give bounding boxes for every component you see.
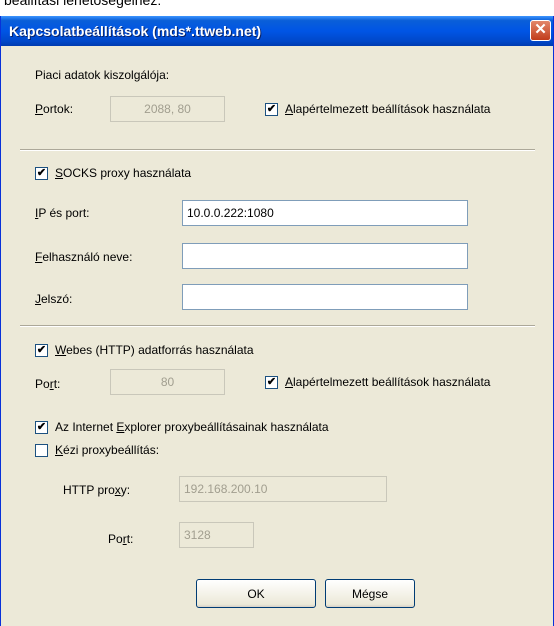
manual-port-label-post: t:	[126, 532, 134, 546]
http-label-mnemonic: W	[55, 343, 67, 357]
http-port-label: Port:	[35, 377, 60, 391]
ports-label-mnemonic: P	[35, 102, 44, 116]
socks-proxy-label[interactable]: SOCKS proxy használata	[55, 166, 191, 180]
http-proxy-label-pre: HTTP pro	[63, 483, 115, 497]
ip-label-rest: P és port:	[38, 206, 90, 220]
ports-label-rest: ortok:	[43, 102, 74, 116]
manual-proxy-label-rest: ézi proxybeállítás:	[63, 443, 160, 457]
market-server-heading: Piaci adatok kiszolgálója:	[35, 68, 170, 82]
ports-field	[110, 96, 225, 122]
manual-port-label-pre: Po	[108, 532, 123, 546]
http-default-checkbox[interactable]: ✔	[265, 376, 278, 389]
page-caption: beállítási lehetőségeinez:	[4, 0, 162, 8]
password-input[interactable]	[182, 284, 468, 310]
username-input[interactable]	[182, 243, 468, 269]
http-default-label-mnemonic: A	[285, 375, 294, 389]
market-default-label[interactable]: Alapértelmezett beállítások használata	[285, 102, 490, 116]
manual-proxy-label-mnemonic: K	[55, 443, 64, 457]
separator	[20, 325, 535, 327]
http-proxy-label-post: y:	[120, 483, 131, 497]
ie-proxy-label[interactable]: Az Internet Explorer proxybeállításainak…	[55, 420, 329, 434]
manual-port-field	[179, 522, 254, 548]
ok-button[interactable]: OK	[196, 579, 316, 608]
ie-proxy-label-pre: Az Internet	[55, 420, 117, 434]
title-bar[interactable]: Kapcsolatbeállítások (mds*.ttweb.net) ✕	[1, 16, 553, 46]
http-source-label[interactable]: Webes (HTTP) adatforrás használata	[55, 343, 254, 357]
password-label: Jelszó:	[35, 292, 72, 306]
http-default-label-rest: lapértelmezett beállítások használata	[293, 375, 491, 389]
dialog-title: Kapcsolatbeállítások (mds*.ttweb.net)	[9, 23, 262, 39]
username-label-rest: elhasználó neve:	[42, 250, 133, 264]
connection-settings-dialog: Kapcsolatbeállítások (mds*.ttweb.net) ✕ …	[0, 16, 554, 626]
ie-proxy-checkbox[interactable]: ✔	[35, 421, 48, 434]
socks-label-rest: OCKS proxy használata	[63, 166, 192, 180]
http-source-checkbox[interactable]: ✔	[35, 344, 48, 357]
http-port-field	[110, 369, 225, 395]
market-default-checkbox[interactable]: ✔	[265, 103, 278, 116]
close-button[interactable]: ✕	[530, 20, 551, 41]
manual-proxy-label[interactable]: Kézi proxybeállítás:	[55, 443, 159, 457]
cancel-button[interactable]: Mégse	[325, 579, 415, 608]
socks-label-mnemonic: S	[55, 166, 64, 180]
ports-label: Portok:	[35, 102, 73, 116]
http-port-label-pre: Po	[35, 377, 50, 391]
http-proxy-field	[179, 476, 387, 502]
password-label-rest: elszó:	[41, 292, 73, 306]
market-default-label-mnemonic: A	[285, 102, 294, 116]
separator	[20, 149, 535, 151]
close-icon: ✕	[534, 21, 547, 38]
manual-proxy-checkbox[interactable]	[35, 444, 48, 457]
manual-port-label: Port:	[108, 532, 133, 546]
http-proxy-label: HTTP proxy:	[63, 483, 130, 497]
market-default-label-rest: lapértelmezett beállítások használata	[293, 102, 491, 116]
ip-port-label: IP és port:	[35, 206, 89, 220]
http-port-label-post: t:	[53, 377, 61, 391]
ie-proxy-label-post: xplorer proxybeállításainak használata	[124, 420, 329, 434]
http-label-rest: ebes (HTTP) adatforrás használata	[66, 343, 254, 357]
ip-port-input[interactable]	[182, 200, 468, 226]
socks-proxy-checkbox[interactable]: ✔	[35, 167, 48, 180]
http-default-label[interactable]: Alapértelmezett beállítások használata	[285, 375, 490, 389]
username-label: Felhasználó neve:	[35, 250, 132, 264]
